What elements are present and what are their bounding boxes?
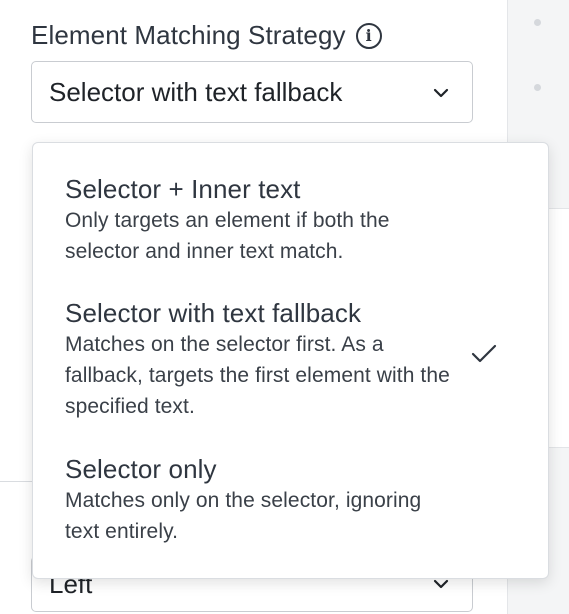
dropdown-option-selector-only[interactable]: Selector only Matches only on the select… xyxy=(33,453,548,547)
chevron-down-icon xyxy=(433,88,449,98)
checkmark-icon xyxy=(471,344,497,363)
option-description: Matches only on the selector, ignoring t… xyxy=(65,489,422,543)
field-label: Element Matching Strategy i xyxy=(31,20,382,51)
option-description: Matches on the selector first. As a fall… xyxy=(65,333,450,418)
option-title: Selector + Inner text xyxy=(65,174,301,204)
select-value: Selector with text fallback xyxy=(49,76,343,107)
option-title: Selector with text fallback xyxy=(65,298,362,328)
option-title: Selector only xyxy=(65,454,217,484)
field-label-text: Element Matching Strategy xyxy=(31,20,346,50)
dropdown-option-selector-inner-text[interactable]: Selector + Inner text Only targets an el… xyxy=(33,173,548,267)
canvas-grid-dot xyxy=(534,84,541,91)
matching-strategy-select[interactable]: Selector with text fallback xyxy=(31,61,473,123)
canvas-grid-dot xyxy=(534,19,541,26)
option-description: Only targets an element if both the sele… xyxy=(65,209,390,263)
strategy-dropdown-menu: Selector + Inner text Only targets an el… xyxy=(32,142,549,579)
info-icon[interactable]: i xyxy=(355,22,382,49)
section-divider xyxy=(0,481,32,482)
app-root: ti p Element Matching Strategy i Selecto… xyxy=(0,0,569,614)
